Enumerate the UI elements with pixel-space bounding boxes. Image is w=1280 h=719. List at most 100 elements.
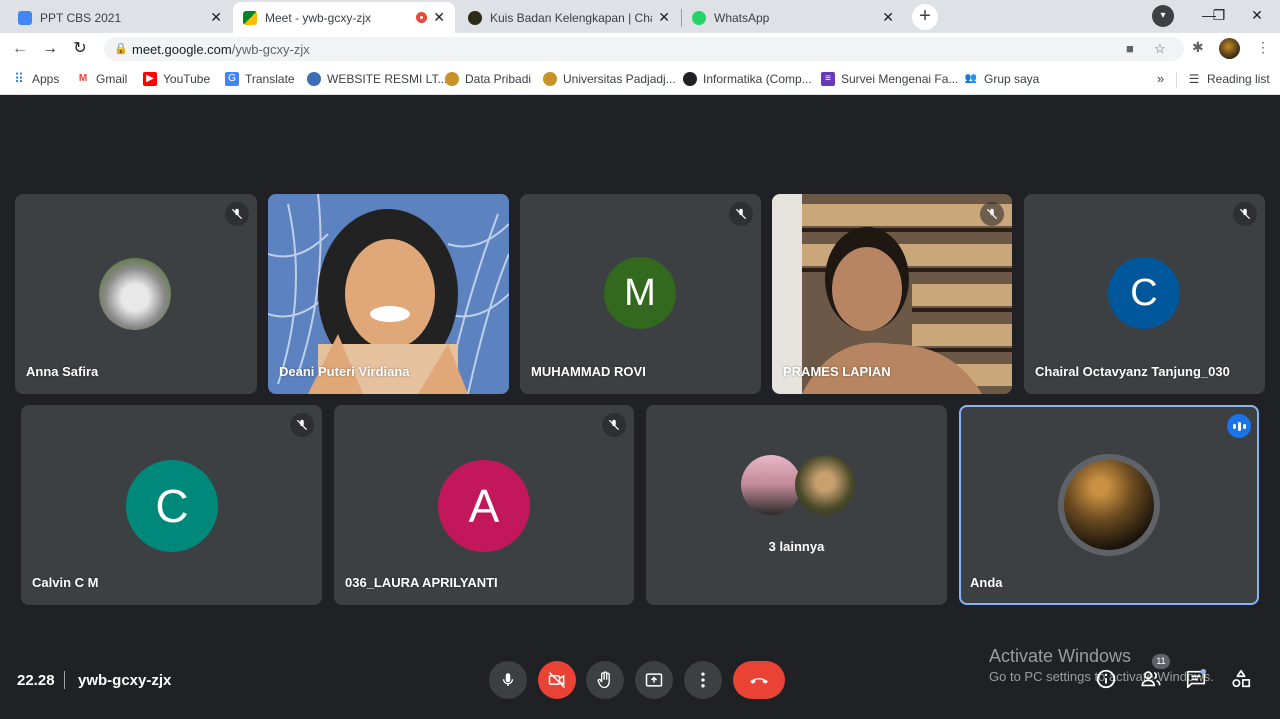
hand-icon	[597, 671, 610, 689]
browser-tab-strip: PPT CBS 2021 ✕ Meet - ywb-gcxy-zjx ✕ Kui…	[0, 0, 1280, 33]
koala-avatar	[99, 258, 171, 330]
camera-button[interactable]	[538, 661, 576, 699]
people-icon	[1141, 671, 1161, 687]
forward-button[interactable]: →	[39, 38, 61, 60]
tab-quiz[interactable]: Kuis Badan Kelengkapan | Charac ✕	[458, 2, 680, 33]
tab-ppt[interactable]: PPT CBS 2021 ✕	[8, 2, 232, 33]
mic-button[interactable]	[489, 661, 527, 699]
participant-name: Calvin C M	[32, 575, 99, 590]
participant-name: PRAMES LAPIAN	[783, 364, 891, 379]
close-icon[interactable]: ✕	[882, 9, 894, 26]
hangup-icon	[750, 678, 768, 684]
participant-tile-chairal[interactable]: C Chairal Octavyanz Tanjung_030	[1024, 194, 1265, 394]
others-count-label: 3 lainnya	[768, 539, 825, 554]
info-icon	[1096, 669, 1116, 689]
new-tab-button[interactable]: +	[912, 4, 938, 30]
participant-name: Deani Puteri Virdiana	[279, 364, 410, 379]
raise-hand-button[interactable]	[586, 661, 624, 699]
activities-button[interactable]	[1229, 667, 1253, 691]
close-icon[interactable]: ✕	[210, 9, 222, 26]
tab-search-icon[interactable]: ▾	[1152, 5, 1174, 27]
letter-avatar: A	[438, 460, 530, 552]
participant-tile-calvin[interactable]: C Calvin C M	[21, 405, 322, 605]
mic-off-icon	[290, 413, 314, 437]
reload-button[interactable]: ↻	[69, 38, 91, 60]
mic-off-icon	[225, 202, 249, 226]
bookmark-gmail[interactable]: M Gmail	[76, 72, 128, 86]
mic-off-icon	[729, 202, 753, 226]
chat-button[interactable]	[1184, 667, 1208, 691]
quiz-icon	[468, 10, 482, 25]
bookmark-data-pribadi[interactable]: Data Pribadi	[445, 72, 531, 86]
participant-tile-self[interactable]: Anda	[959, 405, 1259, 605]
participant-name: 036_LAURA APRILYANTI	[345, 575, 498, 590]
translate-icon: G	[225, 72, 239, 86]
others-avatar	[795, 455, 855, 515]
bookmark-translate[interactable]: G Translate	[225, 72, 295, 86]
participant-tile-prames[interactable]: PRAMES LAPIAN	[772, 194, 1012, 394]
leave-call-button[interactable]	[733, 661, 785, 699]
restore-button[interactable]: ❐	[1199, 0, 1239, 33]
bookmark-informatika[interactable]: Informatika (Comp...	[683, 72, 812, 86]
reading-list-icon: ☰	[1188, 72, 1200, 86]
tab-meet[interactable]: Meet - ywb-gcxy-zjx ✕	[233, 2, 455, 33]
extensions-icon[interactable]: ✱	[1192, 39, 1204, 56]
browser-menu-icon[interactable]: ⋮	[1256, 39, 1270, 56]
unpad-icon	[445, 72, 459, 86]
chat-icon	[1186, 668, 1207, 689]
profile-avatar[interactable]	[1219, 38, 1240, 59]
participant-name: Anda	[970, 575, 1003, 590]
mic-icon	[502, 673, 514, 686]
camera-blocked-icon[interactable]: ■	[1126, 41, 1134, 56]
participant-tile-others[interactable]: 3 lainnya	[646, 405, 947, 605]
url-path: /ywb-gcxy-zjx	[231, 42, 310, 57]
bookmark-unpad[interactable]: Universitas Padjadj...	[543, 72, 676, 86]
url-host: meet.google.com	[132, 42, 232, 57]
more-options-button[interactable]	[684, 661, 722, 699]
bookmark-youtube[interactable]: ▶ YouTube	[143, 72, 210, 86]
windows-activation-title: Activate Windows	[989, 646, 1132, 666]
participant-tile-rovi[interactable]: M MUHAMMAD ROVI	[520, 194, 761, 394]
letter-avatar: C	[1108, 257, 1180, 329]
more-bookmarks-icon[interactable]: »	[1157, 71, 1164, 86]
bookmark-website-resmi[interactable]: WEBSITE RESMI LT...	[307, 72, 447, 86]
meeting-code[interactable]: ywb-gcxy-zjx	[78, 672, 171, 689]
apps-grid-icon: ⠿	[14, 71, 24, 86]
forms-icon: ≡	[821, 72, 835, 86]
unpad-icon	[543, 72, 557, 86]
present-screen-icon	[645, 673, 663, 687]
meeting-details-button[interactable]	[1094, 667, 1118, 691]
close-icon[interactable]: ✕	[658, 9, 670, 26]
bookmark-survei[interactable]: ≡ Survei Mengenai Fa...	[821, 72, 958, 86]
people-button[interactable]	[1139, 667, 1163, 691]
window-close-button[interactable]: ✕	[1234, 0, 1280, 33]
reading-list[interactable]: ☰ Reading list	[1187, 72, 1270, 86]
whatsapp-icon	[692, 10, 706, 25]
docs-icon	[18, 10, 32, 25]
bottom-divider	[64, 671, 65, 689]
bookmarks-bar: ⠿ Apps M Gmail ▶ YouTube G Translate WEBSITE…	[0, 65, 1280, 95]
lock-icon[interactable]: 🔒	[114, 42, 128, 55]
group-icon: 👥	[964, 73, 978, 84]
gmail-icon: M	[78, 73, 88, 84]
bookmark-grup-saya[interactable]: 👥 Grup saya	[964, 72, 1040, 86]
bookmark-apps[interactable]: ⠿ Apps	[12, 71, 59, 87]
tab-whatsapp[interactable]: WhatsApp ✕	[682, 2, 904, 33]
meeting-time: 22.28	[17, 672, 55, 689]
youtube-icon: ▶	[143, 72, 157, 86]
participant-name: Anna Safira	[26, 364, 99, 379]
letter-avatar: M	[604, 257, 676, 329]
letter-avatar: C	[126, 460, 218, 552]
close-icon[interactable]: ✕	[433, 9, 445, 26]
mic-off-icon	[1233, 202, 1257, 226]
bookmark-star-icon[interactable]: ☆	[1154, 41, 1166, 57]
present-button[interactable]	[635, 661, 673, 699]
address-bar[interactable]: 🔒 meet.google.com/ywb-gcxy-zjx ■ ☆	[104, 37, 1184, 61]
participant-tile-laura[interactable]: A 036_LAURA APRILYANTI	[334, 405, 634, 605]
globe-icon	[307, 72, 321, 86]
participant-name: Chairal Octavyanz Tanjung_030	[1035, 364, 1230, 379]
participant-name: MUHAMMAD ROVI	[531, 364, 646, 379]
participant-tile-anna[interactable]: Anna Safira	[15, 194, 257, 394]
participant-tile-deani[interactable]: Deani Puteri Virdiana	[268, 194, 509, 394]
back-button[interactable]: ←	[9, 38, 31, 60]
